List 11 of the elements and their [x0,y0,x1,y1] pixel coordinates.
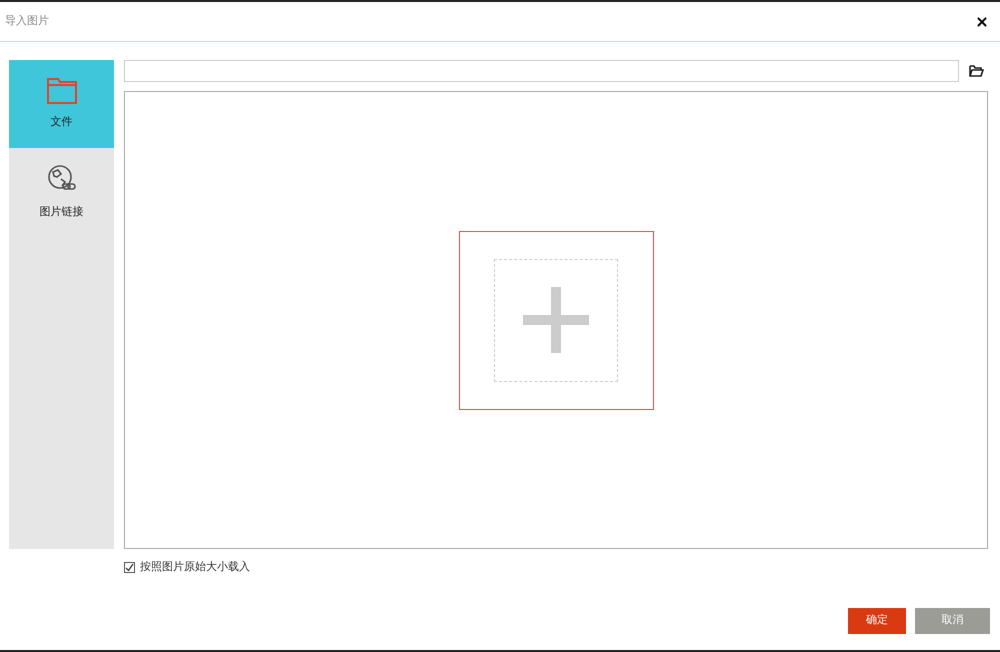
window-title: 导入图片 [5,13,49,30]
path-field[interactable] [124,60,959,82]
open-folder-icon[interactable] [969,65,984,77]
checkbox-label: 按照图片原始大小载入 [140,559,250,575]
plus-icon [523,287,589,353]
sidebar-tab[interactable]: 图片链接 [9,148,114,236]
folder-icon [46,78,76,104]
sidebar-tab[interactable]: 文件 [9,60,114,148]
close-button[interactable] [975,14,989,28]
checkbox[interactable] [124,562,135,573]
confirm-button[interactable]: 确定 [848,608,906,634]
